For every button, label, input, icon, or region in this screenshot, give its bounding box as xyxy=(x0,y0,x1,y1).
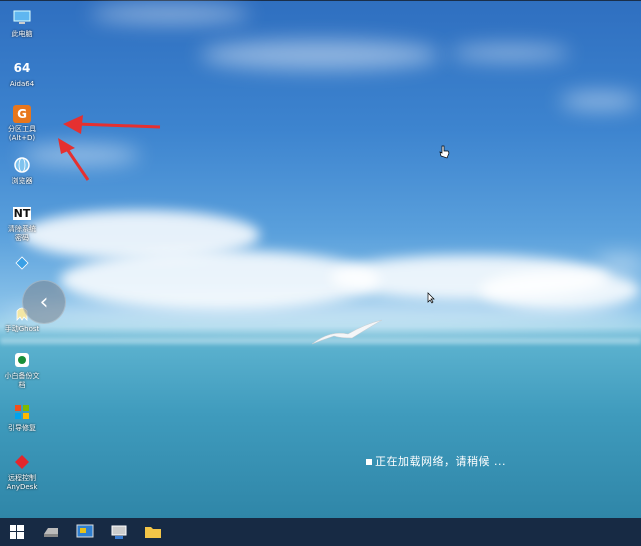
desktop-icon-label: 小白备份文 档 xyxy=(4,372,40,389)
anydesk-icon xyxy=(12,452,32,472)
desktop-icon-label: 分区工具 (Alt+D) xyxy=(8,125,36,142)
partition-tool-icon: G xyxy=(13,105,31,123)
windows-start-button[interactable] xyxy=(0,518,34,546)
taskbar-network-app[interactable] xyxy=(102,518,136,546)
backup-icon xyxy=(12,350,32,370)
network-app-icon xyxy=(111,525,127,539)
desktop-icon-browser[interactable]: 浏览器 xyxy=(0,155,44,186)
cloud xyxy=(90,5,250,23)
chevron-left-icon: ‹ xyxy=(39,289,49,315)
desktop-icon-label: 清除系统 密码 xyxy=(8,225,36,242)
cloud xyxy=(200,40,440,70)
desktop-icon-label: 浏览器 xyxy=(11,177,33,185)
cloud xyxy=(595,255,641,273)
status-message: 正在加载网络，请稍候 ... xyxy=(366,453,506,469)
monitor-app-icon xyxy=(76,524,94,538)
taskbar xyxy=(0,518,641,546)
desktop-background: 此电脑 64 Aida64 G 分区工具 (Alt+D) 浏览器 NT 清除系统… xyxy=(0,0,641,518)
desktop-icon-label: 远程控制 AnyDesk xyxy=(6,474,38,491)
seagull-image xyxy=(311,319,383,345)
cloud xyxy=(450,45,570,61)
drive-icon xyxy=(44,528,58,537)
browser-icon xyxy=(12,155,32,175)
desktop-icon-anydesk[interactable]: 远程控制 AnyDesk xyxy=(0,452,44,492)
partition-glyph: G xyxy=(17,107,27,121)
annotation-arrows xyxy=(58,115,161,181)
desktop-icon-app[interactable] xyxy=(0,253,44,275)
desktop-icon-label: 手动Ghost xyxy=(4,325,40,333)
boot-repair-icon xyxy=(12,402,32,422)
nt-glyph: NT xyxy=(12,206,32,220)
aida64-icon: 64 xyxy=(13,61,31,75)
taskbar-file-explorer[interactable] xyxy=(136,518,170,546)
cloud xyxy=(560,92,640,110)
taskbar-monitor-app[interactable] xyxy=(68,518,102,546)
back-button[interactable]: ‹ xyxy=(22,280,66,324)
status-text: 正在加载网络，请稍候 ... xyxy=(375,455,506,468)
desktop-icon-label: Aida64 xyxy=(9,80,35,88)
desktop-icon-password-clear[interactable]: NT 清除系统 密码 xyxy=(0,203,44,243)
desktop-icon-this-pc[interactable]: 此电脑 xyxy=(0,8,44,39)
desktop-icon-partition-tool[interactable]: G 分区工具 (Alt+D) xyxy=(0,105,44,143)
taskbar-drive[interactable] xyxy=(34,518,68,546)
desktop-icon-label: 此电脑 xyxy=(11,30,33,38)
computer-icon xyxy=(12,8,32,28)
status-square-icon xyxy=(366,459,372,465)
app-icon xyxy=(12,253,32,273)
windows-start-icon xyxy=(10,525,24,539)
hand-cursor-icon xyxy=(439,145,450,159)
desktop-icon-label: 引导修复 xyxy=(8,424,36,432)
folder-icon xyxy=(145,527,161,538)
desktop-icon-aida64[interactable]: 64 Aida64 xyxy=(0,58,44,89)
arrow-cursor-icon xyxy=(427,292,435,304)
desktop-icon-backup[interactable]: 小白备份文 档 xyxy=(0,350,44,390)
password-clear-icon: NT xyxy=(12,203,32,223)
desktop-icon-boot-repair[interactable]: 引导修复 xyxy=(0,402,44,433)
top-edge xyxy=(0,0,641,1)
